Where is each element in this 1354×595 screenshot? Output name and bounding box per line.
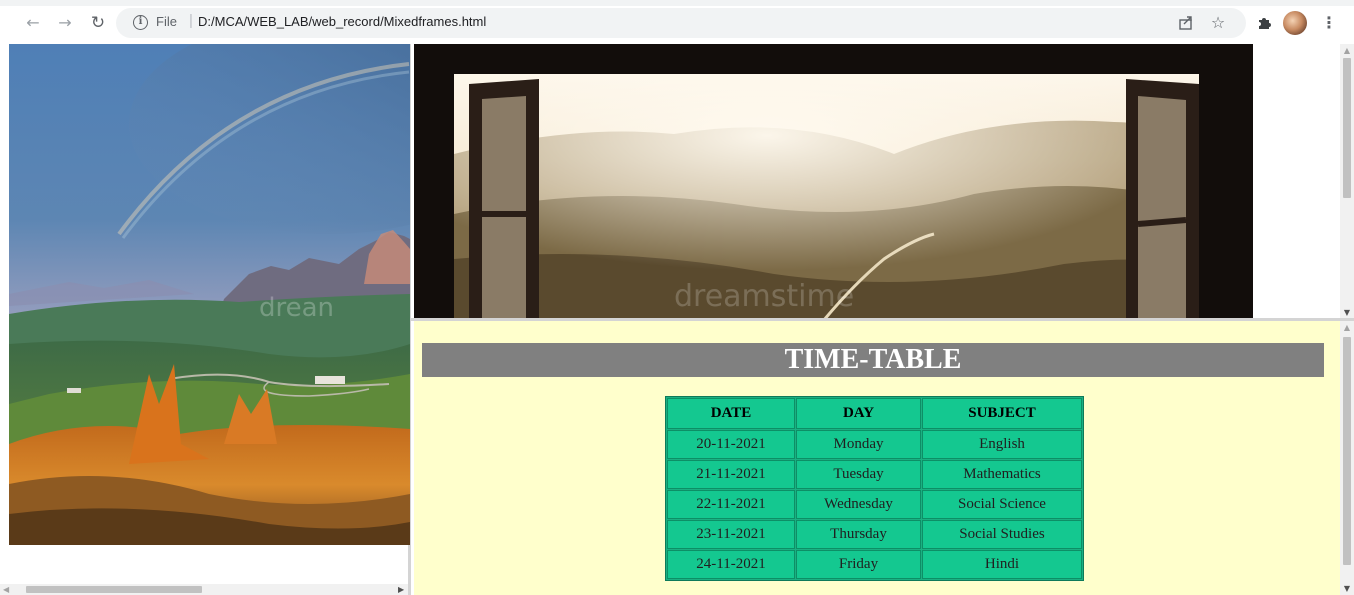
cell-subject: Hindi: [922, 550, 1082, 579]
table-row: 23-11-2021 Thursday Social Studies: [667, 520, 1082, 549]
cell-date: 22-11-2021: [667, 490, 795, 519]
share-icon[interactable]: [1175, 12, 1197, 34]
timetable-table: DATE DAY SUBJECT 20-11-2021 Monday Engli…: [665, 396, 1084, 581]
cell-day: Thursday: [796, 520, 921, 549]
browser-toolbar: ← → ↻ i File | D:/MCA/WEB_LAB/web_record…: [0, 0, 1354, 44]
cell-date: 23-11-2021: [667, 520, 795, 549]
info-icon[interactable]: i: [133, 15, 148, 30]
cell-date: 24-11-2021: [667, 550, 795, 579]
scroll-right-arrow-icon[interactable]: ▶: [398, 584, 404, 595]
top-frame-vertical-scrollbar[interactable]: ▲ ▼: [1340, 44, 1354, 320]
table-row: 24-11-2021 Friday Hindi: [667, 550, 1082, 579]
kebab-menu-icon[interactable]: ⋮: [1318, 12, 1340, 34]
horizontal-scrollbar[interactable]: ◀ ▶: [0, 584, 408, 595]
column-header-date: DATE: [667, 398, 795, 429]
top-frame-scroll-thumb[interactable]: [1343, 58, 1351, 198]
timetable-scroll-thumb[interactable]: [1343, 337, 1351, 565]
table-row: 22-11-2021 Wednesday Social Science: [667, 490, 1082, 519]
timetable-heading: TIME-TABLE: [422, 343, 1324, 377]
scroll-down-arrow-icon[interactable]: ▼: [1340, 584, 1354, 594]
window-view-image: dreamstime: [414, 44, 1253, 320]
profile-avatar[interactable]: [1283, 11, 1307, 35]
scroll-up-arrow-icon[interactable]: ▲: [1340, 323, 1354, 333]
url-text[interactable]: D:/MCA/WEB_LAB/web_record/Mixedframes.ht…: [198, 14, 486, 29]
svg-text:dreamstime: dreamstime: [674, 279, 854, 314]
cell-day: Friday: [796, 550, 921, 579]
cell-day: Wednesday: [796, 490, 921, 519]
table-row: 20-11-2021 Monday English: [667, 430, 1082, 459]
cell-date: 21-11-2021: [667, 460, 795, 489]
column-header-subject: SUBJECT: [922, 398, 1082, 429]
cell-date: 20-11-2021: [667, 430, 795, 459]
scroll-down-arrow-icon[interactable]: ▼: [1340, 308, 1354, 318]
left-frame: drean ◀ ▶: [0, 44, 411, 595]
tab-strip-edge: [0, 0, 1354, 6]
puzzle-icon[interactable]: [1253, 12, 1275, 34]
table-header-row: DATE DAY SUBJECT: [667, 398, 1082, 429]
timetable-frame: TIME-TABLE DATE DAY SUBJECT 20-11-2021 M…: [414, 321, 1354, 595]
arrow-right-icon[interactable]: →: [54, 12, 76, 34]
mountain-landscape-image: drean: [9, 44, 410, 545]
url-separator: |: [189, 12, 193, 29]
top-right-frame: dreamstime ▲ ▼: [411, 44, 1354, 320]
scroll-left-arrow-icon[interactable]: ◀: [3, 584, 9, 595]
address-bar[interactable]: i File | D:/MCA/WEB_LAB/web_record/Mixed…: [116, 8, 1246, 38]
reload-icon[interactable]: ↻: [87, 12, 109, 34]
table-row: 21-11-2021 Tuesday Mathematics: [667, 460, 1082, 489]
cell-day: Monday: [796, 430, 921, 459]
cell-day: Tuesday: [796, 460, 921, 489]
arrow-left-icon[interactable]: ←: [22, 12, 44, 34]
svg-text:drean: drean: [259, 293, 334, 323]
cell-subject: Mathematics: [922, 460, 1082, 489]
scroll-up-arrow-icon[interactable]: ▲: [1340, 46, 1354, 56]
star-icon[interactable]: ☆: [1207, 12, 1229, 34]
timetable-vertical-scrollbar[interactable]: ▲ ▼: [1340, 321, 1354, 595]
cell-subject: Social Science: [922, 490, 1082, 519]
cell-subject: Social Studies: [922, 520, 1082, 549]
cell-subject: English: [922, 430, 1082, 459]
url-scheme: File: [156, 14, 177, 29]
horizontal-scroll-thumb[interactable]: [26, 586, 202, 593]
column-header-day: DAY: [796, 398, 921, 429]
